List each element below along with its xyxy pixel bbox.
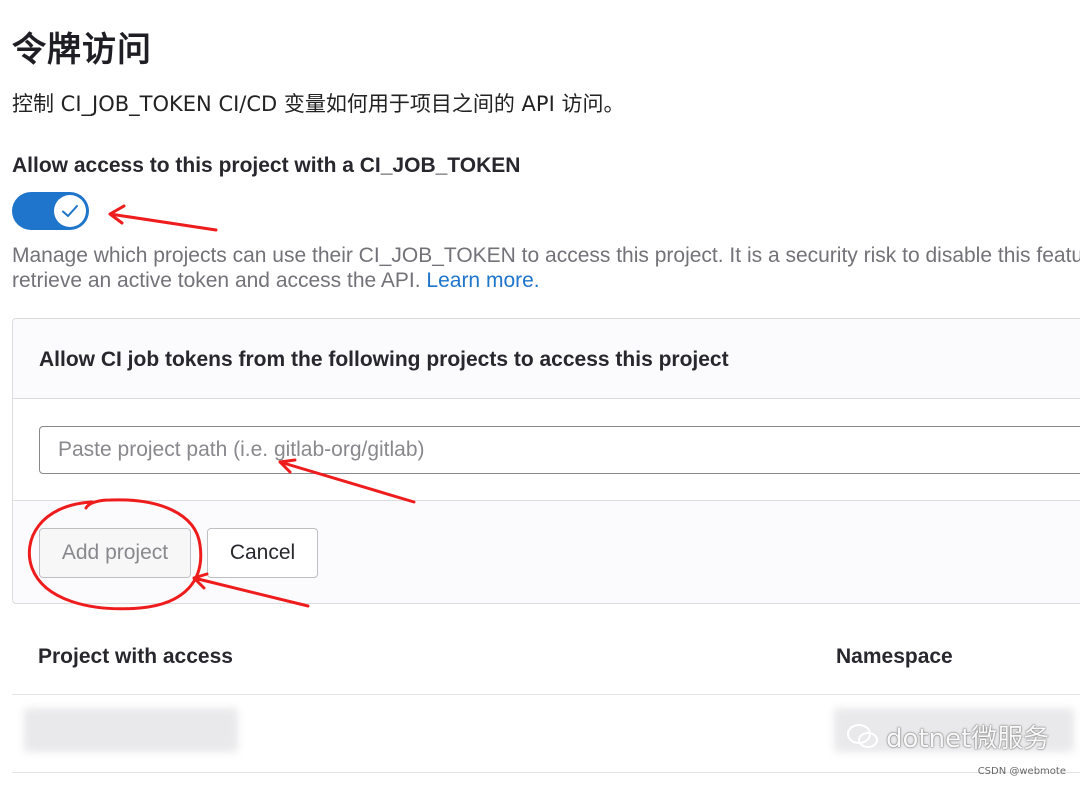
arrow-to-toggle [108,204,218,232]
access-help-text: Manage which projects can use their CI_J… [12,243,1080,293]
allowlist-card-body [13,399,1080,501]
allowlist-card: Allow CI job tokens from the following p… [12,318,1080,604]
learn-more-link[interactable]: Learn more. [426,269,539,292]
help-line-1: Manage which projects can use their CI_J… [12,244,1080,267]
help-line-2-text: retrieve an active token and access the … [12,269,427,292]
redacted-project-cell [24,708,238,752]
column-header-project: Project with access [38,645,233,668]
page-subtitle: 控制 CI_JOB_TOKEN CI/CD 变量如何用于项目之间的 API 访问… [12,92,625,116]
help-line-2: retrieve an active token and access the … [12,268,1080,293]
project-path-input[interactable] [39,426,1080,474]
add-project-button[interactable]: Add project [39,528,191,578]
allowlist-card-header: Allow CI job tokens from the following p… [13,319,1080,399]
allowlist-card-title: Allow CI job tokens from the following p… [39,348,729,371]
token-access-page: 令牌访问 控制 CI_JOB_TOKEN CI/CD 变量如何用于项目之间的 A… [0,0,1080,786]
table-header-divider [12,694,1080,695]
cancel-button[interactable]: Cancel [207,528,318,578]
credit-text: CSDN @webmote [977,766,1066,777]
toggle-knob [54,195,86,227]
checkmark-icon [62,205,78,217]
access-toggle[interactable] [12,192,89,230]
access-toggle-label: Allow access to this project with a CI_J… [12,154,521,177]
wechat-icon [847,723,878,748]
column-header-namespace: Namespace [836,645,953,668]
table-row-divider [12,772,1080,773]
page-title: 令牌访问 [12,30,152,70]
watermark-text: dotnet微服务 [886,724,1050,754]
watermark: dotnet微服务 [846,718,1049,755]
